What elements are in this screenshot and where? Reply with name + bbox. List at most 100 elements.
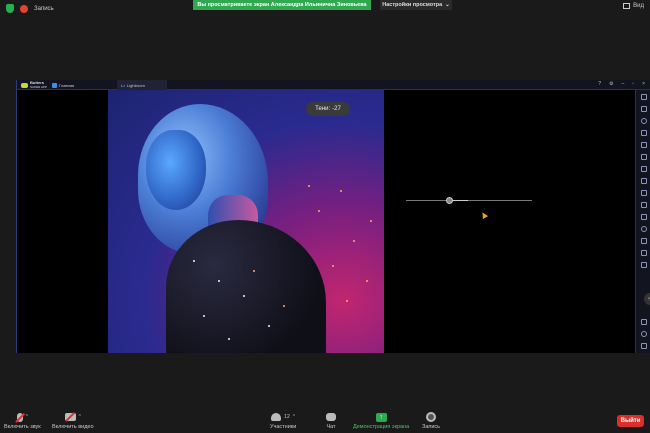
- photo-spark: [340, 190, 342, 192]
- shared-screen: Butters SUPER APP Главная Lr Lightroom ?…: [16, 80, 650, 353]
- lightroom-icon: Lr: [121, 82, 125, 88]
- collapse-rail-icon[interactable]: [640, 94, 647, 100]
- participants-count: 12: [284, 414, 290, 420]
- slider-knob[interactable]: [446, 197, 453, 204]
- chevron-up-icon[interactable]: ^: [26, 414, 28, 420]
- chevron-up-icon[interactable]: ^: [79, 414, 81, 420]
- screen-share-banner: Вы просматриваете экран Александра Ильин…: [193, 0, 371, 10]
- folder-icon[interactable]: [640, 202, 647, 208]
- photo-spark: [332, 265, 334, 267]
- tab-lightroom[interactable]: Lr Lightroom: [117, 80, 167, 90]
- close-icon[interactable]: ×: [642, 81, 645, 87]
- unmute-label: Включить звук: [4, 424, 41, 430]
- share-screen-icon: ↑: [375, 412, 387, 422]
- shadows-tooltip-value: -27: [332, 106, 341, 112]
- recording-icon: [20, 4, 28, 13]
- sync-icon[interactable]: [640, 238, 647, 244]
- shared-app-titlebar: Butters SUPER APP Главная Lr Lightroom ?…: [17, 80, 650, 90]
- photo-jacket: [166, 220, 326, 353]
- photo-spark: [228, 338, 230, 340]
- collapse-panel-button[interactable]: ‹: [644, 293, 650, 305]
- shadows-tooltip: Тени: -27: [306, 102, 350, 116]
- record-label: Запись: [422, 424, 441, 430]
- chevron-down-icon: ⌄: [445, 2, 450, 8]
- photo-spark: [243, 295, 245, 297]
- photo-spark: [268, 325, 270, 327]
- photo-face: [146, 130, 206, 210]
- minimize-icon[interactable]: –: [622, 81, 625, 87]
- view-options-button[interactable]: Настройки просмотра ⌄: [380, 0, 452, 10]
- keyboard-icon[interactable]: [640, 130, 647, 136]
- meeting-toolbar: ^ Включить звук ^ Включить видео 12 ^ Уч…: [0, 404, 650, 433]
- fullscreen-icon[interactable]: [640, 106, 647, 112]
- share-screen-label: Демонстрация экрана: [353, 424, 410, 430]
- volume-icon[interactable]: [640, 118, 647, 124]
- chevron-up-icon[interactable]: ^: [293, 414, 295, 420]
- help-icon[interactable]: ?: [598, 81, 601, 87]
- photo-spark: [308, 185, 310, 187]
- portrait-photo: [108, 90, 384, 353]
- slider-fill: [453, 200, 468, 201]
- photo-spark: [283, 305, 285, 307]
- record-screen-icon[interactable]: [640, 154, 647, 160]
- participants-label: Участники: [270, 424, 297, 430]
- start-video-label: Включить видео: [52, 424, 94, 430]
- gamepad-icon[interactable]: [640, 262, 647, 268]
- zoom-meeting-window: Запись Вы просматриваете экран Александр…: [0, 0, 650, 433]
- cloud-icon: [52, 82, 57, 88]
- back-icon[interactable]: [640, 343, 647, 349]
- window-controls: ? ⚙ – ▫ ×: [598, 81, 645, 87]
- screenshot-icon[interactable]: [640, 142, 647, 148]
- gear-icon[interactable]: [640, 331, 647, 337]
- photo-spark: [318, 210, 320, 212]
- photo-spark: [346, 300, 348, 302]
- tab-lightroom-label: Lightroom: [127, 82, 145, 88]
- eco-mode-icon[interactable]: [640, 250, 647, 256]
- right-tool-rail: [635, 90, 650, 353]
- photo-spark: [253, 270, 255, 272]
- shield-icon[interactable]: [6, 4, 14, 13]
- photo-spark: [370, 220, 372, 222]
- shake-icon[interactable]: [640, 178, 647, 184]
- view-options-label: Настройки просмотра: [382, 2, 443, 8]
- microphone-muted-icon: [14, 412, 25, 423]
- video-off-icon: [64, 411, 76, 422]
- tab-home-label: Главная: [59, 82, 75, 88]
- top-bar: Запись Вы просматриваете экран Александр…: [0, 0, 650, 18]
- apk-icon[interactable]: [640, 166, 647, 172]
- app-logo: Butters SUPER APP: [21, 81, 47, 89]
- settings-icon[interactable]: ⚙: [609, 81, 613, 87]
- location-icon[interactable]: [640, 226, 647, 232]
- view-label: Вид: [633, 3, 644, 9]
- photo-spark: [203, 315, 205, 317]
- photo-spark: [353, 240, 355, 242]
- photo-spark: [218, 280, 220, 282]
- photo-spark: [366, 280, 368, 282]
- maximize-icon[interactable]: ▫: [632, 81, 634, 87]
- participants-icon: [271, 413, 282, 421]
- shadows-tooltip-label: Тени:: [315, 106, 331, 112]
- logo-icon: [21, 82, 28, 88]
- logo-line2: SUPER APP: [30, 85, 48, 89]
- chat-label: Чат: [326, 424, 336, 430]
- leave-button[interactable]: Выйти: [617, 415, 644, 427]
- record-button[interactable]: Запись: [422, 410, 440, 430]
- more-icon[interactable]: [640, 319, 647, 325]
- record-icon: [426, 412, 437, 422]
- top-left-status: Запись: [6, 4, 54, 13]
- photo-spark: [193, 260, 195, 262]
- view-button[interactable]: Вид: [623, 3, 644, 9]
- participants-button[interactable]: 12 ^ Участники: [270, 410, 296, 430]
- unmute-button[interactable]: ^ Включить звук: [4, 410, 41, 430]
- grid-icon: [623, 3, 631, 9]
- recording-label: Запись: [34, 5, 54, 12]
- video-icon[interactable]: [640, 190, 647, 196]
- multi-instance-icon[interactable]: [640, 214, 647, 220]
- shadows-slider[interactable]: [406, 197, 532, 204]
- share-screen-button[interactable]: ↑ Демонстрация экрана: [353, 410, 409, 430]
- chat-icon: [326, 413, 336, 421]
- cursor-icon: [479, 210, 489, 220]
- tab-home[interactable]: Главная: [48, 80, 98, 90]
- chat-button[interactable]: Чат: [326, 410, 336, 430]
- start-video-button[interactable]: ^ Включить видео: [52, 410, 94, 430]
